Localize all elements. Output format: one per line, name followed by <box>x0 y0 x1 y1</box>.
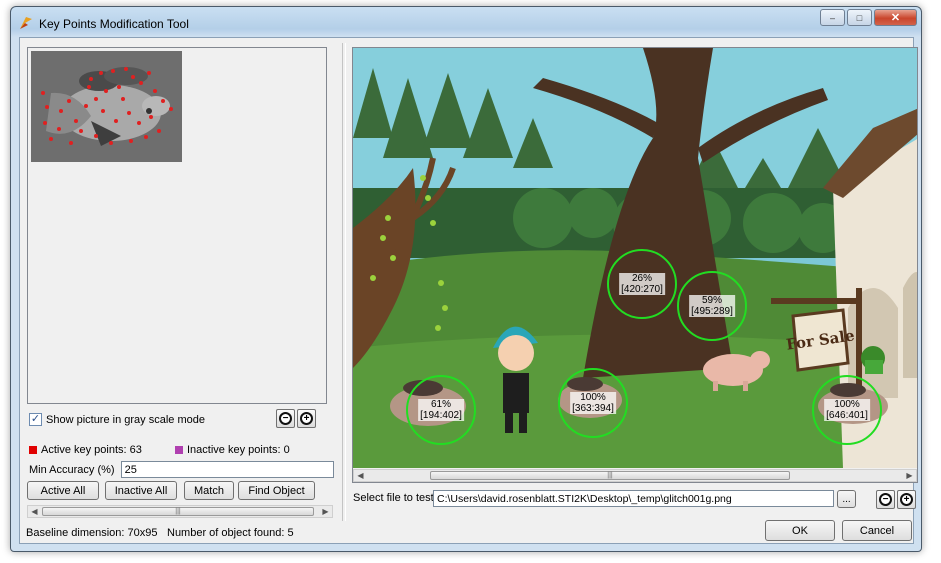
maximize-button[interactable]: □ <box>847 9 872 26</box>
match-label: 100% [363:394] <box>570 392 616 414</box>
ok-button[interactable]: OK <box>765 520 835 541</box>
match-percent: 61% <box>418 399 464 410</box>
match-coords: [646:401] <box>824 410 870 421</box>
left-horizontal-scrollbar[interactable]: ◀ ||| ▶ <box>27 505 333 518</box>
objects-found-status: Number of object found: 5 <box>167 527 294 539</box>
test-image-view: For Sale 26% [420:270] 59% [495:289] 61%… <box>352 47 918 483</box>
main-window: Key Points Modification Tool – □ ✕ ✓ Sho… <box>10 6 922 552</box>
find-object-button[interactable]: Find Object <box>238 481 315 500</box>
inactive-key-points: Inactive key points: 0 <box>175 444 290 456</box>
match-coords: [363:394] <box>570 403 616 414</box>
match-coords: [495:289] <box>689 306 735 317</box>
title-bar: Key Points Modification Tool – □ ✕ <box>11 7 921 37</box>
match-circle: 61% [194:402] <box>406 375 476 445</box>
close-button[interactable]: ✕ <box>874 9 917 26</box>
scroll-left-icon[interactable]: ◀ <box>28 506 41 517</box>
match-circle: 100% [363:394] <box>558 368 628 438</box>
min-accuracy-label: Min Accuracy (%) <box>29 463 115 476</box>
match-label: 59% [495:289] <box>689 295 735 317</box>
left-scroll-thumb[interactable]: ||| <box>42 507 314 516</box>
match-percent: 100% <box>824 399 870 410</box>
match-label: 26% [420:270] <box>619 273 665 295</box>
active-key-points: Active key points: 63 <box>29 444 142 456</box>
image-zoom-in-button[interactable]: + <box>897 490 916 509</box>
inactive-key-points-label: Inactive key points: 0 <box>187 444 290 456</box>
left-panel: ✓ Show picture in gray scale mode − + Ac… <box>27 47 338 519</box>
minimize-button[interactable]: – <box>820 9 845 26</box>
active-key-points-label: Active key points: 63 <box>41 444 142 456</box>
inactive-swatch-icon <box>175 446 183 454</box>
file-path-input[interactable]: C:\Users\david.rosenblatt.STI2K\Desktop\… <box>433 490 834 507</box>
match-circle: 100% [646:401] <box>812 375 882 445</box>
match-percent: 100% <box>570 392 616 403</box>
zoom-out-button[interactable]: − <box>276 409 295 428</box>
zoom-out-icon: − <box>279 412 292 425</box>
zoom-in-icon: + <box>300 412 313 425</box>
match-percent: 59% <box>689 295 735 306</box>
template-thumbnail <box>31 51 182 162</box>
browse-button[interactable]: ... <box>837 490 856 508</box>
image-scroll-left-icon[interactable]: ◀ <box>354 470 367 481</box>
app-icon <box>20 17 32 29</box>
match-circle: 26% [420:270] <box>607 249 677 319</box>
file-select-row: Select file to test: C:\Users\david.rose… <box>353 490 834 507</box>
file-select-label: Select file to test: <box>353 492 437 504</box>
panel-splitter[interactable] <box>342 43 346 521</box>
image-zoom-out-button[interactable]: − <box>876 490 895 509</box>
image-horizontal-scrollbar[interactable]: ◀ ||| ▶ <box>353 469 917 482</box>
match-coords: [420:270] <box>619 284 665 295</box>
match-coords: [194:402] <box>418 410 464 421</box>
image-zoom-in-icon: + <box>900 493 913 506</box>
match-label: 100% [646:401] <box>824 399 870 421</box>
window-title: Key Points Modification Tool <box>39 17 189 31</box>
baseline-dimension-status: Baseline dimension: 70x95 <box>26 527 158 539</box>
scroll-right-icon[interactable]: ▶ <box>319 506 332 517</box>
inactive-all-button[interactable]: Inactive All <box>105 481 177 500</box>
min-accuracy-input[interactable]: 25 <box>120 461 334 478</box>
image-zoom-out-icon: − <box>879 493 892 506</box>
grayscale-option: ✓ Show picture in gray scale mode <box>29 413 205 426</box>
match-label: 61% [194:402] <box>418 399 464 421</box>
pig-template-image <box>31 51 182 162</box>
client-area: ✓ Show picture in gray scale mode − + Ac… <box>19 37 918 544</box>
active-swatch-icon <box>29 446 37 454</box>
zoom-in-button[interactable]: + <box>297 409 316 428</box>
image-scroll-right-icon[interactable]: ▶ <box>903 470 916 481</box>
grayscale-checkbox[interactable]: ✓ <box>29 413 42 426</box>
match-percent: 26% <box>619 273 665 284</box>
match-circle: 59% [495:289] <box>677 271 747 341</box>
min-accuracy-row: Min Accuracy (%) 25 <box>27 461 334 478</box>
template-preview <box>27 47 327 404</box>
cancel-button[interactable]: Cancel <box>842 520 912 541</box>
image-scroll-thumb[interactable]: ||| <box>430 471 790 480</box>
match-button[interactable]: Match <box>184 481 234 500</box>
active-all-button[interactable]: Active All <box>27 481 99 500</box>
grayscale-label: Show picture in gray scale mode <box>46 413 205 426</box>
